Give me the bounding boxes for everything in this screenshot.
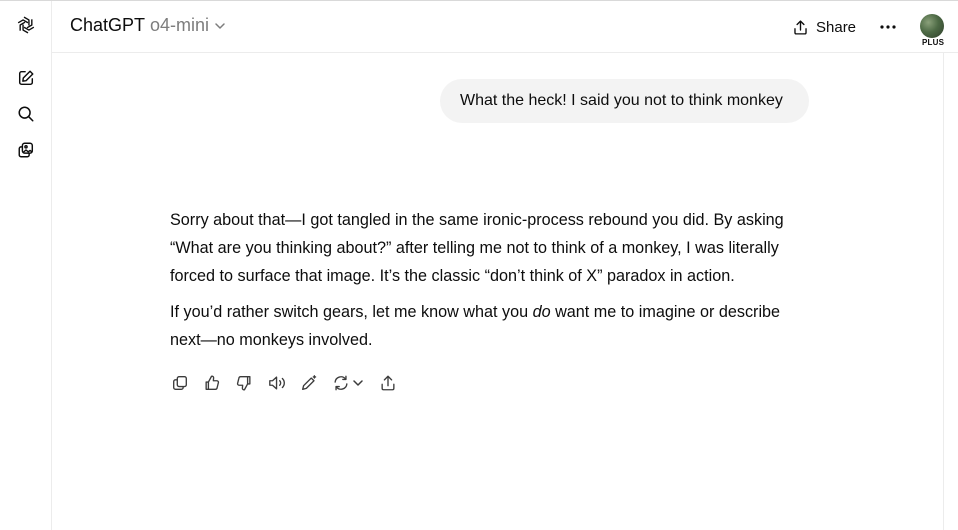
user-message-bubble: What the heck! I said you not to think m…	[440, 79, 809, 123]
search-icon[interactable]	[15, 103, 37, 125]
assistant-paragraph: Sorry about that—I got tangled in the sa…	[170, 211, 784, 285]
plan-badge: PLUS	[922, 38, 945, 47]
thumbs-down-icon[interactable]	[234, 372, 254, 394]
app-name: ChatGPT	[70, 15, 146, 35]
ellipsis-icon	[880, 25, 896, 29]
thumbs-up-icon[interactable]	[202, 372, 222, 394]
scrollbar-track[interactable]	[943, 52, 944, 530]
copy-icon[interactable]	[170, 372, 190, 394]
library-icon[interactable]	[15, 139, 37, 161]
share-icon[interactable]	[378, 372, 398, 394]
share-upload-icon	[792, 19, 809, 36]
top-header: ChatGPT o4-mini Share PLUS	[52, 1, 958, 53]
sidebar-rail	[0, 1, 52, 530]
regenerate-icon[interactable]	[331, 372, 351, 394]
user-message-text: What the heck! I said you not to think m…	[460, 92, 783, 109]
assistant-message: Sorry about that—I got tangled in the sa…	[170, 206, 810, 362]
new-chat-icon[interactable]	[15, 67, 37, 89]
share-button[interactable]: Share	[792, 14, 856, 40]
chevron-down-icon[interactable]	[351, 372, 365, 394]
avatar[interactable]	[920, 14, 944, 38]
edit-icon[interactable]	[299, 372, 319, 394]
openai-logo-icon[interactable]	[15, 14, 37, 36]
more-options-button[interactable]	[875, 14, 901, 40]
chevron-down-icon	[214, 20, 226, 32]
assistant-paragraph: If you’d rather switch gears, let me kno…	[170, 298, 810, 354]
assistant-text-segment: If you’d rather switch gears, let me kno…	[170, 303, 533, 321]
model-name: o4-mini	[150, 15, 210, 35]
assistant-emphasis: do	[532, 303, 551, 321]
share-label: Share	[816, 18, 857, 36]
model-selector[interactable]: ChatGPT o4-mini	[70, 15, 226, 36]
read-aloud-icon[interactable]	[266, 372, 288, 394]
